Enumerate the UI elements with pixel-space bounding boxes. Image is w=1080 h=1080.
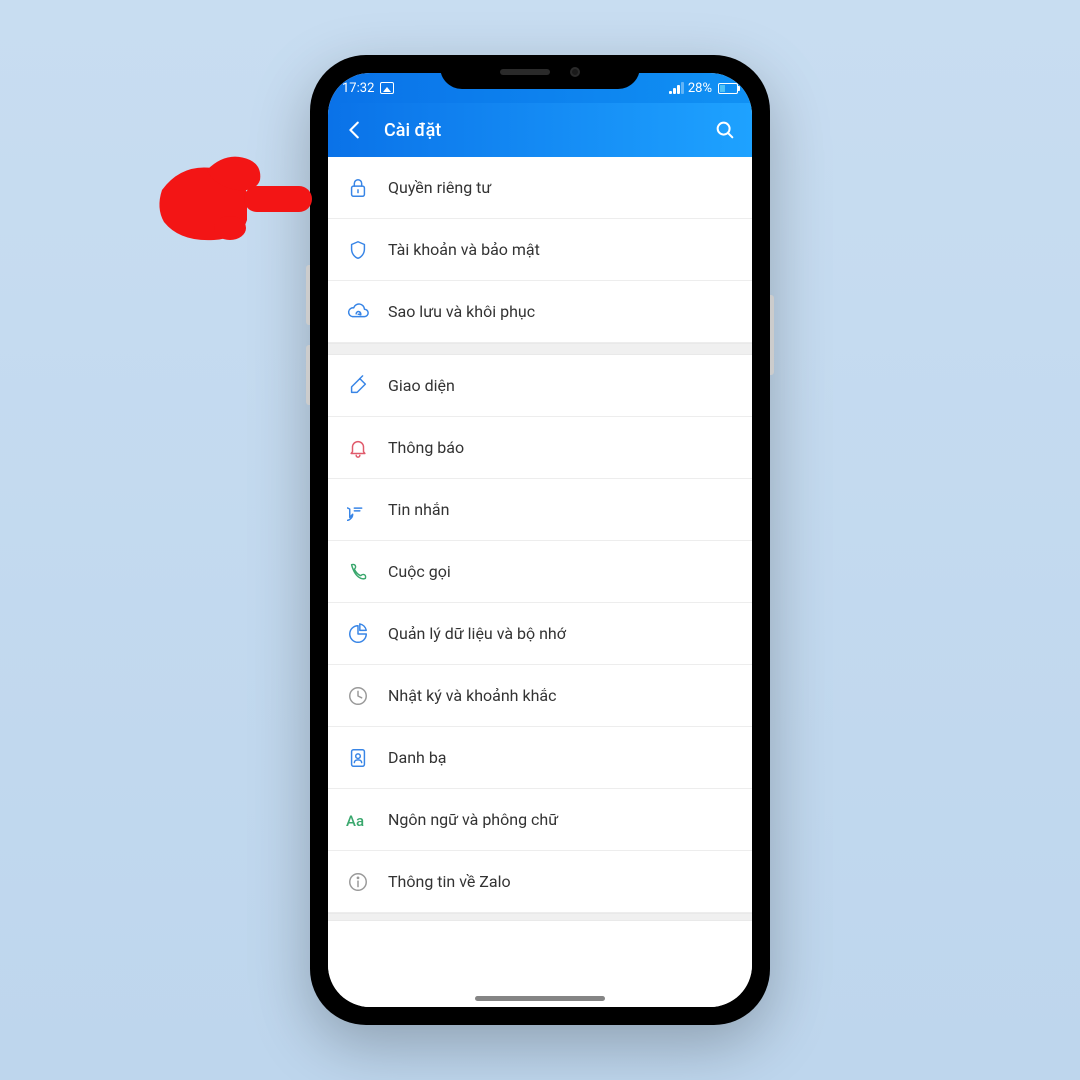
section-divider: [328, 343, 752, 355]
settings-item-language-font[interactable]: Aa Ngôn ngữ và phông chữ: [328, 789, 752, 851]
clock-icon: [346, 684, 370, 708]
settings-item-label: Danh bạ: [388, 748, 447, 767]
battery-icon: [718, 83, 738, 94]
screenshot-icon: [380, 82, 394, 94]
settings-item-label: Thông tin về Zalo: [388, 872, 511, 891]
settings-item-label: Sao lưu và khôi phục: [388, 302, 535, 321]
settings-item-label: Tin nhắn: [388, 500, 449, 519]
section-divider: [328, 913, 752, 921]
signal-icon: [669, 82, 684, 94]
settings-item-account-security[interactable]: Tài khoản và bảo mật: [328, 219, 752, 281]
shield-icon: [346, 238, 370, 262]
settings-item-about[interactable]: Thông tin về Zalo: [328, 851, 752, 913]
brush-icon: [346, 374, 370, 398]
bell-icon: [346, 436, 370, 460]
phone-screen: 17:32 28% Cài đặt: [328, 73, 752, 1007]
page-title: Cài đặt: [384, 120, 696, 141]
settings-item-calls[interactable]: Cuộc gọi: [328, 541, 752, 603]
settings-item-label: Quyền riêng tư: [388, 178, 491, 197]
settings-item-timeline-moments[interactable]: Nhật ký và khoảnh khắc: [328, 665, 752, 727]
cloud-sync-icon: [346, 300, 370, 324]
settings-item-notifications[interactable]: Thông báo: [328, 417, 752, 479]
phone-notch: [440, 55, 640, 89]
settings-item-label: Giao diện: [388, 376, 455, 395]
status-bar-left: 17:32: [342, 81, 394, 96]
annotation-pointer-hand: [152, 140, 322, 260]
settings-item-data-storage[interactable]: Quản lý dữ liệu và bộ nhớ: [328, 603, 752, 665]
notch-speaker: [500, 69, 550, 75]
font-icon: Aa: [346, 808, 370, 832]
settings-item-label: Tài khoản và bảo mật: [388, 240, 540, 259]
settings-item-messages[interactable]: Tin nhắn: [328, 479, 752, 541]
app-header: Cài đặt: [328, 103, 752, 157]
status-bar-right: 28%: [669, 81, 738, 96]
settings-item-label: Ngôn ngữ và phông chữ: [388, 810, 558, 829]
svg-text:Aa: Aa: [346, 812, 364, 830]
settings-item-backup-restore[interactable]: Sao lưu và khôi phục: [328, 281, 752, 343]
settings-item-interface[interactable]: Giao diện: [328, 355, 752, 417]
home-indicator[interactable]: [475, 996, 605, 1001]
contact-icon: [346, 746, 370, 770]
pie-chart-icon: [346, 622, 370, 646]
settings-item-label: Quản lý dữ liệu và bộ nhớ: [388, 624, 566, 643]
settings-list: Quyền riêng tư Tài khoản và bảo mật Sao …: [328, 157, 752, 1007]
notch-camera: [570, 67, 580, 77]
settings-item-contacts[interactable]: Danh bạ: [328, 727, 752, 789]
phone-icon: [346, 560, 370, 584]
settings-item-label: Thông báo: [388, 438, 464, 457]
message-icon: [346, 498, 370, 522]
status-time: 17:32: [342, 81, 374, 96]
battery-percent: 28%: [688, 81, 712, 96]
search-button[interactable]: [714, 119, 736, 141]
settings-item-label: Nhật ký và khoảnh khắc: [388, 686, 556, 705]
phone-frame: 17:32 28% Cài đặt: [310, 55, 770, 1025]
info-icon: [346, 870, 370, 894]
settings-item-privacy[interactable]: Quyền riêng tư: [328, 157, 752, 219]
back-button[interactable]: [344, 119, 366, 141]
settings-item-label: Cuộc gọi: [388, 562, 451, 581]
lock-icon: [346, 176, 370, 200]
